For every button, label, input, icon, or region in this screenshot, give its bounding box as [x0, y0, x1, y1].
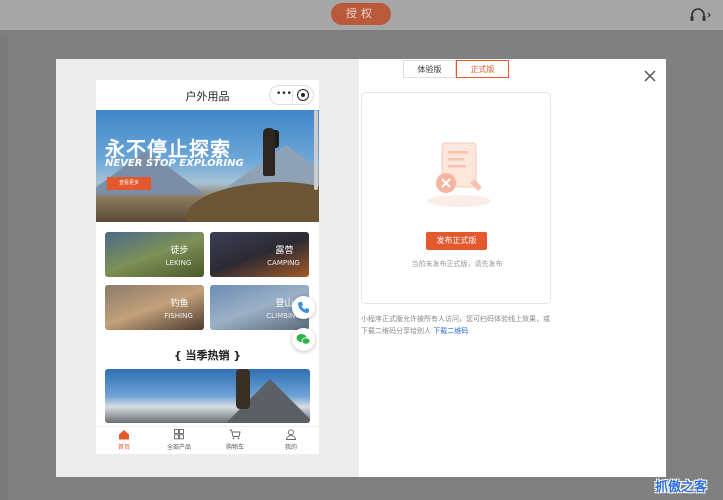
hero-banner[interactable]: 永不停止探索 NEVER STOP EXPLORING 查看更多 — [96, 110, 319, 222]
phone-navbar: 户外用品 ••• — [96, 80, 319, 110]
empty-document-icon — [427, 142, 491, 207]
banner-hiker — [263, 128, 275, 176]
tab-label: 购物车 — [225, 444, 244, 451]
version-switch: 体验版 正式版 — [403, 60, 510, 78]
miniprogram-capsule[interactable]: ••• — [269, 85, 314, 105]
category-fishing[interactable]: 钓鱼 FISHING — [105, 285, 204, 330]
grid-icon — [174, 429, 184, 440]
version-note: 小程序正式版允许被所有人访问，您可扫码体验线上效果，或下载二维码分享给别人 下载… — [361, 313, 551, 337]
close-target-icon[interactable] — [297, 89, 309, 101]
banner-subtitle: NEVER STOP EXPLORING — [105, 158, 244, 169]
banner-scrollbar[interactable] — [314, 110, 318, 190]
tab-bar: 首页 全部产品 购物车 我的 — [96, 426, 319, 454]
more-icon[interactable]: ••• — [276, 89, 292, 99]
download-qrcode-link[interactable]: 下载二维码 — [433, 327, 468, 335]
tab-production-version[interactable]: 正式版 — [456, 60, 509, 78]
phone-icon — [298, 302, 309, 313]
section-title: { 当季热销 } — [173, 349, 242, 362]
category-sublabel: CAMPING — [267, 259, 300, 267]
tab-cart[interactable]: 购物车 — [207, 429, 263, 451]
close-icon[interactable] — [642, 68, 658, 84]
phone-preview: 户外用品 ••• 永不停止探索 NEVER STOP EXPLORING 查看更… — [96, 80, 319, 454]
tab-all-products[interactable]: 全部产品 — [151, 429, 207, 451]
tab-label: 我的 — [284, 444, 297, 451]
category-sublabel: FISHING — [164, 312, 193, 320]
headset-icon[interactable] — [688, 7, 712, 23]
qrcode-box: 发布正式版 当前未发布正式版，请先发布 — [361, 92, 551, 304]
preview-pane: 户外用品 ••• 永不停止探索 NEVER STOP EXPLORING 查看更… — [56, 59, 359, 477]
call-button[interactable] — [292, 296, 315, 319]
banner-more-button[interactable]: 查看更多 — [107, 177, 151, 190]
user-icon — [286, 429, 296, 440]
category-hiking[interactable]: 徒步 LEKING — [105, 232, 204, 277]
product-peak — [220, 379, 310, 423]
tab-label: 首页 — [117, 444, 130, 451]
tab-home[interactable]: 首页 — [96, 429, 152, 451]
category-label: 钓鱼 — [170, 299, 189, 309]
category-sublabel: LEKING — [165, 259, 192, 267]
category-label: 徒步 — [170, 246, 189, 256]
publish-production-button[interactable]: 发布正式版 — [426, 232, 487, 250]
product-climber — [236, 369, 250, 409]
top-bar: 授权 — [0, 0, 723, 30]
tab-trial-version[interactable]: 体验版 — [403, 60, 456, 78]
category-label: 露营 — [275, 246, 294, 256]
product-card[interactable] — [105, 369, 310, 423]
tab-label: 全部产品 — [166, 444, 191, 451]
publish-hint: 当前未发布正式版，请先发布 — [411, 260, 503, 268]
watermark-logo: 抓傲之客 — [655, 480, 708, 495]
cart-icon — [229, 429, 241, 440]
tab-mine[interactable]: 我的 — [263, 429, 319, 451]
category-camping[interactable]: 露营 CAMPING — [210, 232, 309, 277]
authorize-button[interactable]: 授权 — [331, 3, 391, 25]
home-icon — [119, 430, 129, 440]
capsule-divider — [292, 90, 293, 101]
